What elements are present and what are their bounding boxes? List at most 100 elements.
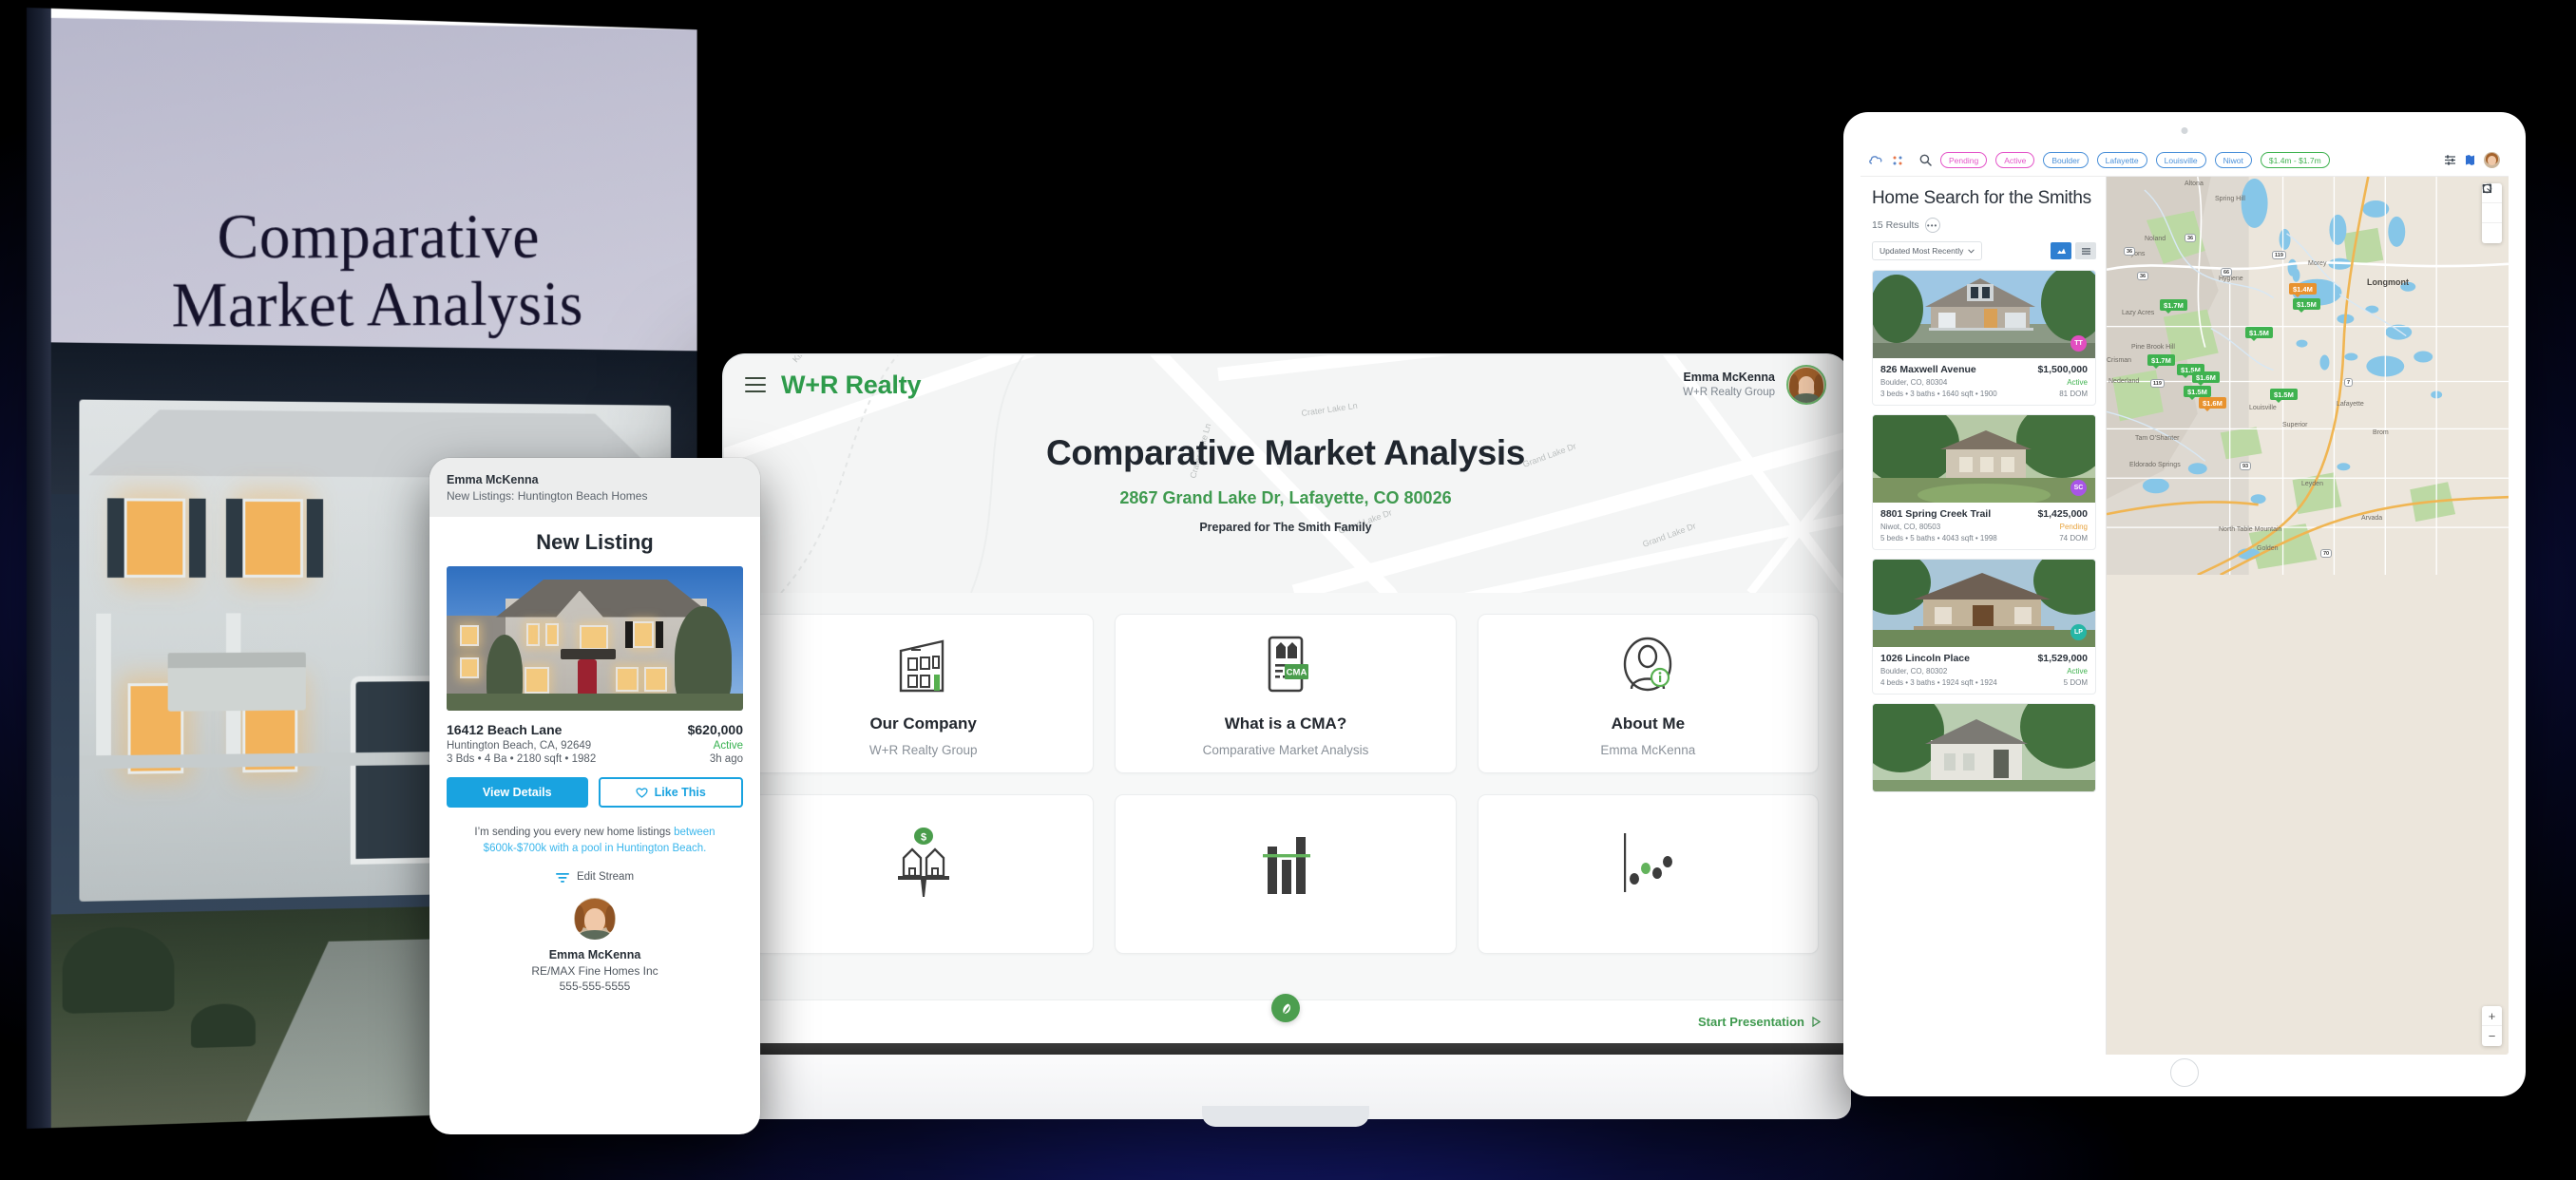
phone-email-header: Emma McKenna New Listings: Huntington Be…	[429, 458, 760, 517]
sliders-icon[interactable]	[2444, 154, 2456, 166]
photo-window	[633, 620, 654, 648]
map-price-pin[interactable]: $1.7M	[2160, 299, 2187, 314]
like-this-button[interactable]: Like This	[598, 776, 743, 808]
view-details-button[interactable]: View Details	[447, 776, 588, 808]
zoom-in-button[interactable]: +	[2482, 1006, 2502, 1026]
map-icon[interactable]	[2465, 154, 2475, 166]
map-price-pin[interactable]: $1.6M	[2199, 397, 2226, 411]
map-label: Altona	[2185, 181, 2204, 187]
listing-card[interactable]: LP 1026 Lincoln Place $1,529,000 Boulder…	[1872, 559, 2096, 695]
hamburger-icon[interactable]	[745, 377, 766, 392]
filter-pill-price-range[interactable]: $1.4m - $1.7m	[2260, 152, 2330, 168]
listing-photo[interactable]	[447, 565, 743, 711]
listing-facts: 3 beds • 3 baths • 1640 sqft • 1900	[1880, 390, 1997, 398]
filter-pill-pending[interactable]: Pending	[1940, 152, 1988, 168]
listing-card[interactable]	[1872, 703, 2096, 792]
sort-and-view-row: Updated Most Recently	[1872, 241, 2096, 260]
ellipsis-icon[interactable]: •••	[1924, 218, 1940, 233]
home-value-scale-icon: $	[890, 828, 957, 897]
agent-badge[interactable]: LP	[2070, 624, 2087, 640]
map-price-pin[interactable]: $1.4M	[2289, 283, 2317, 297]
listing-headline-row: 8801 Spring Creek Trail $1,425,000	[1880, 508, 2088, 520]
cma-card-our-company[interactable]: Our Company W+R Realty Group	[753, 614, 1095, 773]
results-row: 15 Results •••	[1872, 218, 2096, 233]
like-this-label: Like This	[654, 785, 706, 799]
tablet-home-button[interactable]	[2170, 1058, 2199, 1087]
filter-pill-boulder[interactable]: Boulder	[2043, 152, 2089, 168]
map-label: Lafayette	[2337, 401, 2364, 408]
svg-text:CMA: CMA	[1287, 667, 1307, 677]
avatar[interactable]	[2484, 152, 2500, 168]
brand-logo[interactable]: W+R Realty	[781, 371, 921, 400]
agent-chip[interactable]: Emma McKenna W+R Realty Group	[1683, 365, 1826, 405]
listing-facts-row: 3 beds • 3 baths • 1640 sqft • 1900 81 D…	[1880, 390, 2088, 398]
listing-dom: 5 DOM	[2063, 678, 2088, 687]
map-price-pin[interactable]: $1.5M	[2270, 389, 2298, 403]
cma-card-home-value[interactable]: $	[753, 794, 1095, 954]
map-price-pin[interactable]: $1.5M	[2293, 298, 2320, 313]
listing-facts-row: 4 beds • 3 baths • 1924 sqft • 1924 5 DO…	[1880, 678, 2088, 687]
cma-card-what-is-a-cma[interactable]: CMA What is a CMA? Comparative Market An…	[1115, 614, 1457, 773]
play-triangle-icon	[1812, 1017, 1821, 1027]
sort-value: Updated Most Recently	[1880, 246, 1964, 256]
agent-badge[interactable]: TT	[2070, 335, 2087, 352]
radius-draw-icon[interactable]	[2482, 183, 2502, 243]
photo-shutter	[306, 499, 324, 578]
listing-city-row: Boulder, CO, 80304 Active	[1880, 378, 2088, 387]
results-panel: Home Search for the Smiths 15 Results ••…	[1860, 177, 2106, 1055]
card-subtitle: Emma McKenna	[1600, 742, 1696, 757]
listing-facts: 5 beds • 5 baths • 4043 sqft • 1998	[1880, 534, 1997, 542]
map-view-icon[interactable]	[2051, 242, 2071, 259]
listing-city-row: Boulder, CO, 80302 Active	[1880, 667, 2088, 676]
listing-price: $1,529,000	[2037, 653, 2088, 664]
listing-facts-row: 5 beds • 5 baths • 4043 sqft • 1998 74 D…	[1880, 534, 2088, 542]
map-price-pin[interactable]: $1.5M	[2184, 386, 2211, 400]
photo-bench	[167, 652, 306, 712]
tablet-mockup: Pending Active Boulder Lafayette Louisvi…	[1843, 112, 2526, 1096]
route-shield: 36	[2137, 272, 2149, 280]
avatar-face-icon	[574, 898, 616, 941]
zoom-out-button[interactable]: −	[2482, 1026, 2502, 1046]
cma-topbar: W+R Realty Emma McKenna W+R Realty Group	[724, 355, 1847, 414]
avatar[interactable]	[1786, 365, 1826, 405]
edit-stream-button[interactable]: Edit Stream	[429, 871, 760, 883]
agent-phone: 555-555-5555	[559, 980, 631, 994]
listing-info: 8801 Spring Creek Trail $1,425,000 Niwot…	[1873, 503, 2095, 549]
listing-info: 1026 Lincoln Place $1,529,000 Boulder, C…	[1873, 647, 2095, 694]
search-icon[interactable]	[1919, 154, 1932, 166]
map-price-pin[interactable]: $1.6M	[2192, 371, 2220, 386]
route-shield: 66	[2221, 268, 2233, 276]
photo-window	[525, 666, 549, 694]
start-presentation-button[interactable]: Start Presentation	[1698, 1015, 1821, 1029]
cma-card-about-me[interactable]: About Me Emma McKenna	[1477, 614, 1819, 773]
cma-card-scatter[interactable]	[1477, 794, 1819, 954]
map-label: Eldorado Springs	[2129, 462, 2181, 468]
listing-city: Boulder, CO, 80302	[1880, 667, 1948, 676]
photo-window	[460, 657, 479, 678]
map-panel[interactable]: Longmont Lyons Hygiene Noland Morey Alto…	[2106, 177, 2509, 1055]
sort-select[interactable]: Updated Most Recently	[1872, 241, 1983, 260]
avatar[interactable]	[574, 898, 616, 941]
map-price-pin[interactable]: $1.5M	[2245, 327, 2273, 341]
route-shield: 93	[2240, 462, 2252, 470]
photo-window	[644, 666, 667, 692]
agent-meta: Emma McKenna W+R Realty Group	[1683, 371, 1775, 399]
listing-city: Boulder, CO, 80304	[1880, 378, 1948, 387]
rectangle-draw-icon[interactable]	[2482, 183, 2502, 223]
map-price-pin[interactable]: $1.7M	[2147, 354, 2175, 369]
phone-mockup: Emma McKenna New Listings: Huntington Be…	[429, 458, 760, 1134]
listing-card[interactable]: TT 826 Maxwell Avenue $1,500,000 Boulder…	[1872, 270, 2096, 406]
filter-pill-active[interactable]: Active	[1995, 152, 2035, 168]
list-view-icon[interactable]	[2075, 242, 2096, 259]
agent-badge[interactable]: SC	[2070, 480, 2087, 496]
leaf-icon[interactable]	[1271, 994, 1300, 1022]
cma-card-price-chart[interactable]	[1115, 794, 1457, 954]
listing-card[interactable]: SC 8801 Spring Creek Trail $1,425,000 Ni…	[1872, 414, 2096, 550]
grid-apps-icon[interactable]	[1892, 155, 1903, 166]
brochure-cover-top: Comparative Market Analysis	[51, 9, 697, 356]
photo-door-awning	[561, 648, 616, 659]
filter-pill-niwot[interactable]: Niwot	[2214, 152, 2252, 168]
filter-pill-louisville[interactable]: Louisville	[2155, 152, 2206, 168]
filter-pill-lafayette[interactable]: Lafayette	[2096, 152, 2147, 168]
cloud-icon[interactable]	[1869, 154, 1883, 166]
